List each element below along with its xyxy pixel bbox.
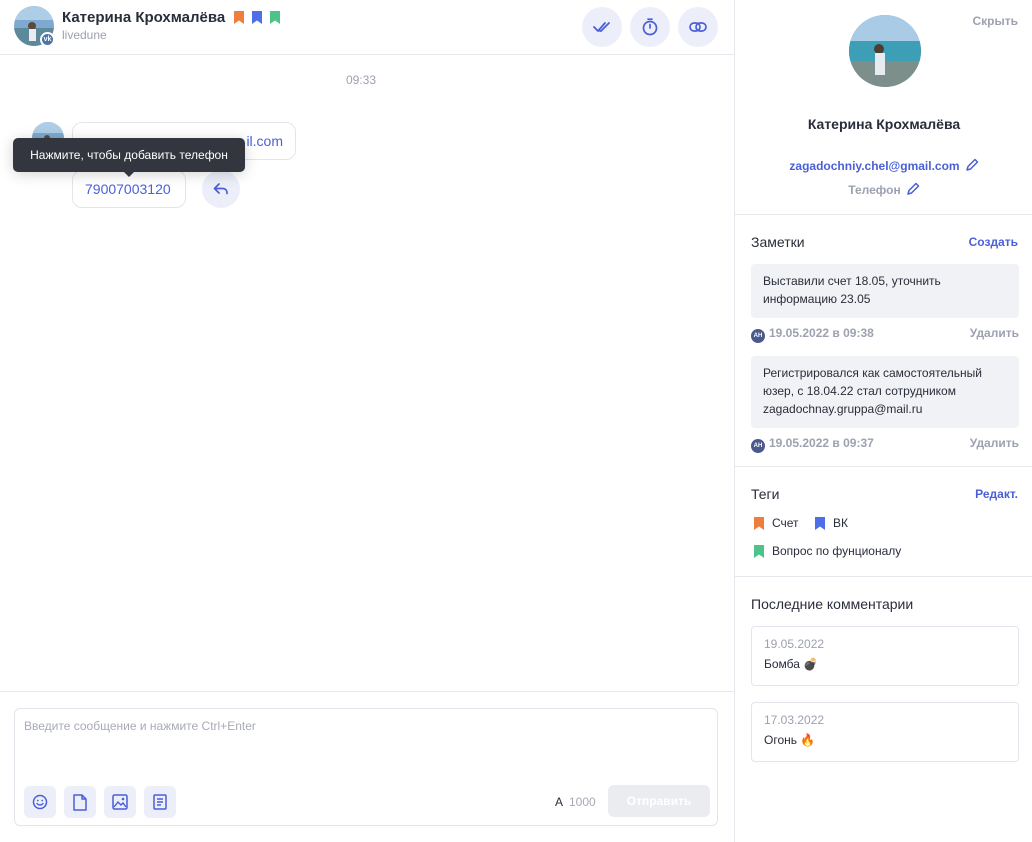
emoji-icon	[32, 794, 48, 810]
message-composer[interactable]: Введите сообщение и нажмите Ctrl+Enter A…	[14, 708, 718, 826]
counter-label: A	[555, 795, 564, 809]
comment-text: Огонь 🔥	[764, 733, 1006, 747]
timer-icon	[642, 18, 658, 36]
bookmark-icon	[815, 516, 825, 530]
author-avatar: АН	[751, 439, 765, 453]
edit-phone-icon[interactable]	[906, 182, 920, 196]
tag-item[interactable]: ВК	[815, 516, 848, 530]
chat-header: vk Катерина Крохмалёва livedune	[0, 0, 734, 55]
fire-emoji: 🔥	[800, 733, 816, 747]
phone-message-text[interactable]: 79007003120	[85, 181, 171, 197]
add-phone-tooltip: Нажмите, чтобы добавить телефон	[13, 138, 245, 177]
tag-item[interactable]: Вопрос по фунционалу	[754, 544, 901, 558]
comment-date: 17.03.2022	[764, 713, 825, 727]
create-note-button[interactable]: Создать	[969, 235, 1018, 249]
char-counter: 1000	[569, 795, 596, 809]
note-card: Выставили счет 18.05, уточнить информаци…	[751, 264, 1019, 318]
bookmark-icon	[754, 544, 764, 558]
composer-divider	[0, 691, 734, 692]
profile-avatar	[849, 15, 921, 87]
divider	[735, 576, 1032, 577]
contact-source: livedune	[62, 28, 107, 42]
edit-email-icon[interactable]	[965, 158, 979, 172]
tag-label: Счет	[772, 516, 799, 530]
delete-note-button[interactable]: Удалить	[970, 436, 1019, 450]
profile-phone: Телефон	[735, 182, 1032, 197]
send-button[interactable]: Отправить	[608, 785, 710, 817]
attach-image-button[interactable]	[104, 786, 136, 818]
tag-label: ВК	[833, 516, 848, 530]
note-date: 19.05.2022 в 09:38	[769, 326, 874, 340]
bomb-emoji: 💣	[803, 657, 819, 671]
hide-panel-button[interactable]: Скрыть	[972, 14, 1018, 28]
image-icon	[112, 794, 128, 810]
comment-date: 19.05.2022	[764, 637, 825, 651]
tags-title: Теги	[751, 486, 780, 502]
message-input[interactable]: Введите сообщение и нажмите Ctrl+Enter	[24, 719, 256, 733]
divider	[735, 466, 1032, 467]
author-avatar: АН	[751, 329, 765, 343]
file-icon	[73, 793, 87, 811]
delete-note-button[interactable]: Удалить	[970, 326, 1019, 340]
templates-button[interactable]	[144, 786, 176, 818]
emoji-button[interactable]	[24, 786, 56, 818]
link-icon	[689, 22, 707, 32]
double-check-icon	[593, 22, 610, 32]
profile-phone-label[interactable]: Телефон	[848, 183, 900, 197]
comment-text: Бомба 💣	[764, 657, 1006, 671]
comments-title: Последние комментарии	[751, 596, 914, 612]
bookmark-icon	[252, 11, 262, 24]
email-message-text[interactable]: il.com	[246, 133, 283, 149]
tag-item[interactable]: Счет	[754, 516, 799, 530]
comment-body: Бомба	[764, 657, 800, 671]
contact-tags	[234, 11, 280, 24]
mark-read-button[interactable]	[582, 7, 622, 47]
bookmark-icon	[270, 11, 280, 24]
reply-icon	[213, 183, 228, 195]
notes-title: Заметки	[751, 234, 805, 250]
chat-panel: vk Катерина Крохмалёва livedune 09:33 il…	[0, 0, 734, 842]
contact-name: Катерина Крохмалёва	[62, 9, 226, 26]
profile-email-text[interactable]: zagadochniy.chel@gmail.com	[789, 159, 959, 173]
contact-details-panel: Скрыть Катерина Крохмалёва zagadochniy.c…	[734, 0, 1032, 842]
profile-name: Катерина Крохмалёва	[807, 116, 961, 132]
vk-icon: vk	[40, 32, 55, 47]
tag-label: Вопрос по фунционалу	[772, 544, 902, 558]
copy-link-button[interactable]	[678, 7, 718, 47]
message-time: 09:33	[345, 73, 377, 87]
note-date: 19.05.2022 в 09:37	[769, 436, 874, 450]
bookmark-icon	[754, 516, 764, 530]
comment-body: Огонь	[764, 733, 797, 747]
attach-file-button[interactable]	[64, 786, 96, 818]
note-card: Регистрировался как самостоятельный юзер…	[751, 356, 1019, 428]
edit-tags-button[interactable]: Редакт.	[975, 487, 1018, 501]
comment-card: 19.05.2022 Бомба 💣	[751, 626, 1019, 686]
postpone-button[interactable]	[630, 7, 670, 47]
note-meta: АН 19.05.2022 в 09:38 Удалить	[751, 326, 1019, 343]
bookmark-icon	[234, 11, 244, 24]
divider	[735, 214, 1032, 215]
template-icon	[153, 794, 167, 810]
note-meta: АН 19.05.2022 в 09:37 Удалить	[751, 436, 1019, 453]
profile-email: zagadochniy.chel@gmail.com	[735, 158, 1032, 173]
comment-card: 17.03.2022 Огонь 🔥	[751, 702, 1019, 762]
reply-button[interactable]	[202, 170, 240, 208]
